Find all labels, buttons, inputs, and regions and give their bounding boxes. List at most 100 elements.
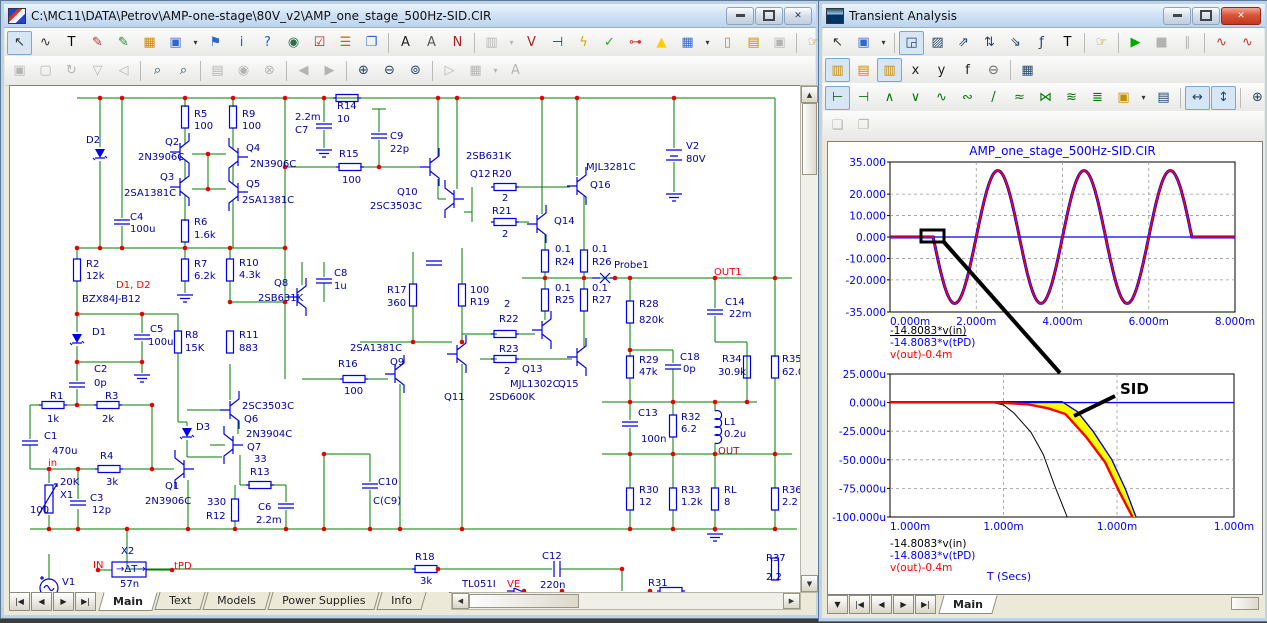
- stripes-icon[interactable]: ☰: [333, 31, 358, 55]
- border-icon[interactable]: ▯: [715, 31, 740, 55]
- component-dropdown[interactable]: ▾: [877, 31, 890, 55]
- step-forward-icon[interactable]: ▶: [317, 59, 342, 83]
- find-next-icon[interactable]: ⌕: [171, 59, 196, 83]
- scale-mode-icon[interactable]: ◲: [899, 31, 924, 55]
- data-points-icon[interactable]: ▦: [1015, 58, 1040, 82]
- cross-icon[interactable]: ⋈: [1033, 86, 1058, 110]
- cursor-left-icon[interactable]: ⊢: [825, 86, 850, 110]
- tab-first-button[interactable]: |◀: [849, 595, 870, 614]
- repeat-icon[interactable]: ▤: [205, 59, 230, 83]
- step-back-icon[interactable]: ◀: [291, 59, 316, 83]
- polygon-mode[interactable]: ✎: [111, 31, 136, 55]
- cursor-right-icon[interactable]: ⊣: [851, 86, 876, 110]
- info-mode-icon[interactable]: i: [229, 31, 254, 55]
- tab-main[interactable]: Main: [938, 595, 997, 614]
- auto-scale-y-icon[interactable]: ↕: [1211, 86, 1236, 110]
- auto-scale-x-icon[interactable]: ↔: [1185, 86, 1210, 110]
- clipboard-icon[interactable]: ▣: [1111, 86, 1136, 110]
- attribute-text-icon[interactable]: A: [393, 31, 418, 55]
- tab-prev-button[interactable]: ◀: [871, 595, 892, 614]
- flag-mode-icon[interactable]: ⚑: [203, 31, 228, 55]
- schematic-canvas[interactable]: D2R5100R9100Q22N3906CQ42N3906CQ32SA1381C…: [9, 85, 801, 593]
- line-mode[interactable]: ✎: [85, 31, 110, 55]
- find-component-icon[interactable]: ▣: [163, 31, 188, 55]
- zoom-out-icon[interactable]: ⊖: [377, 59, 402, 83]
- horizontal-scrollbar[interactable]: ◀ ▶: [451, 592, 801, 610]
- tab-next-button[interactable]: ▶: [53, 592, 74, 611]
- zoom-out-graph-icon[interactable]: ⇘: [1003, 31, 1028, 55]
- node-voltages-icon[interactable]: ▥: [479, 31, 504, 55]
- tab-last-button[interactable]: ▶|: [75, 592, 96, 611]
- zoom-xy-icon[interactable]: ⇅: [977, 31, 1002, 55]
- maximize-button[interactable]: [755, 7, 783, 25]
- scroll-left-button[interactable]: ◀: [452, 593, 469, 609]
- box-icon[interactable]: ▢: [33, 59, 58, 83]
- formula-icon[interactable]: ƒ: [1029, 31, 1054, 55]
- lens-icon[interactable]: ⊖: [981, 58, 1006, 82]
- select-frame-icon[interactable]: ▣: [7, 59, 32, 83]
- exit-info-icon[interactable]: ⊗: [257, 59, 282, 83]
- close-button[interactable]: ✕: [1221, 7, 1261, 25]
- graph-image-icon[interactable]: ▨: [925, 31, 950, 55]
- scroll-right-button[interactable]: ▶: [783, 593, 800, 609]
- title-block-icon[interactable]: ▤: [741, 31, 766, 55]
- font-icon[interactable]: A: [503, 59, 528, 83]
- panel-3-icon[interactable]: ▥: [877, 58, 902, 82]
- global-high-icon[interactable]: ≋: [1059, 86, 1084, 110]
- minimize-button[interactable]: [1163, 7, 1191, 25]
- panel-1-icon[interactable]: ▥: [825, 58, 850, 82]
- conditions-icon[interactable]: ✓: [597, 31, 622, 55]
- transient-titlebar[interactable]: Transient Analysis ✕: [822, 4, 1265, 28]
- info-icon[interactable]: ◉: [231, 59, 256, 83]
- tab-last-button[interactable]: ▶|: [915, 595, 936, 614]
- find-component-icon[interactable]: ▣: [851, 31, 876, 55]
- valley-icon[interactable]: ∨: [903, 86, 928, 110]
- meters-icon[interactable]: V: [519, 31, 544, 55]
- rotate-icon[interactable]: ↻: [59, 59, 84, 83]
- select-mode[interactable]: ↖: [825, 31, 850, 55]
- tab-text[interactable]: Text: [154, 592, 205, 610]
- clipboard-dropdown[interactable]: ▾: [1137, 86, 1150, 110]
- cascade-icon[interactable]: ❏: [825, 113, 850, 137]
- help-mode-icon[interactable]: ?: [255, 31, 280, 55]
- zoom-in-icon[interactable]: ⊕: [1245, 86, 1267, 110]
- warning-icon[interactable]: ▲: [649, 31, 674, 55]
- vscroll-thumb[interactable]: [802, 103, 817, 175]
- vertical-scrollbar[interactable]: ▲ ▼: [800, 85, 819, 593]
- numeric-output-icon[interactable]: ▤: [1151, 86, 1176, 110]
- tab-first-button[interactable]: |◀: [9, 592, 30, 611]
- text-mode[interactable]: T: [59, 31, 84, 55]
- peak-icon[interactable]: ∧: [877, 86, 902, 110]
- hscroll-thumb[interactable]: [469, 594, 579, 608]
- maximize-button[interactable]: [1192, 7, 1220, 25]
- plot-hscroll-thumb[interactable]: [1231, 597, 1259, 610]
- grid-dropdown[interactable]: ▾: [701, 31, 714, 55]
- slope-icon[interactable]: /: [981, 86, 1006, 110]
- run-button[interactable]: ▶: [1123, 31, 1148, 55]
- wire-mode[interactable]: ∿: [33, 31, 58, 55]
- pattern-icon[interactable]: ▦: [463, 59, 488, 83]
- x-axis-icon[interactable]: x: [903, 58, 928, 82]
- zoom-100-icon[interactable]: ⊚: [403, 59, 428, 83]
- global-low-icon[interactable]: ≣: [1085, 86, 1110, 110]
- pattern-dropdown[interactable]: ▾: [489, 59, 502, 83]
- low-icon[interactable]: ∾: [955, 86, 980, 110]
- pin-connections-icon[interactable]: ⊶: [623, 31, 648, 55]
- checklist-icon[interactable]: ☑: [307, 31, 332, 55]
- grid-text-icon[interactable]: A: [419, 31, 444, 55]
- scroll-down-button[interactable]: ▼: [801, 575, 818, 592]
- currents-icon[interactable]: ⊣: [545, 31, 570, 55]
- flip-x-icon[interactable]: ◁: [111, 59, 136, 83]
- properties-icon[interactable]: ☞: [1089, 31, 1114, 55]
- tile-icon[interactable]: ❐: [851, 113, 876, 137]
- zoom-in-icon[interactable]: ⊕: [351, 59, 376, 83]
- power-icon[interactable]: ϟ: [571, 31, 596, 55]
- close-button[interactable]: ✕: [784, 7, 812, 25]
- panel-2-icon[interactable]: ▤: [851, 58, 876, 82]
- minimize-button[interactable]: [726, 7, 754, 25]
- pause-button[interactable]: ∥: [1175, 31, 1200, 55]
- high-icon[interactable]: ∿: [929, 86, 954, 110]
- select-mode[interactable]: ↖: [7, 31, 32, 55]
- zoom-in-graph-icon[interactable]: ⇗: [951, 31, 976, 55]
- tab-models[interactable]: Models: [203, 592, 271, 610]
